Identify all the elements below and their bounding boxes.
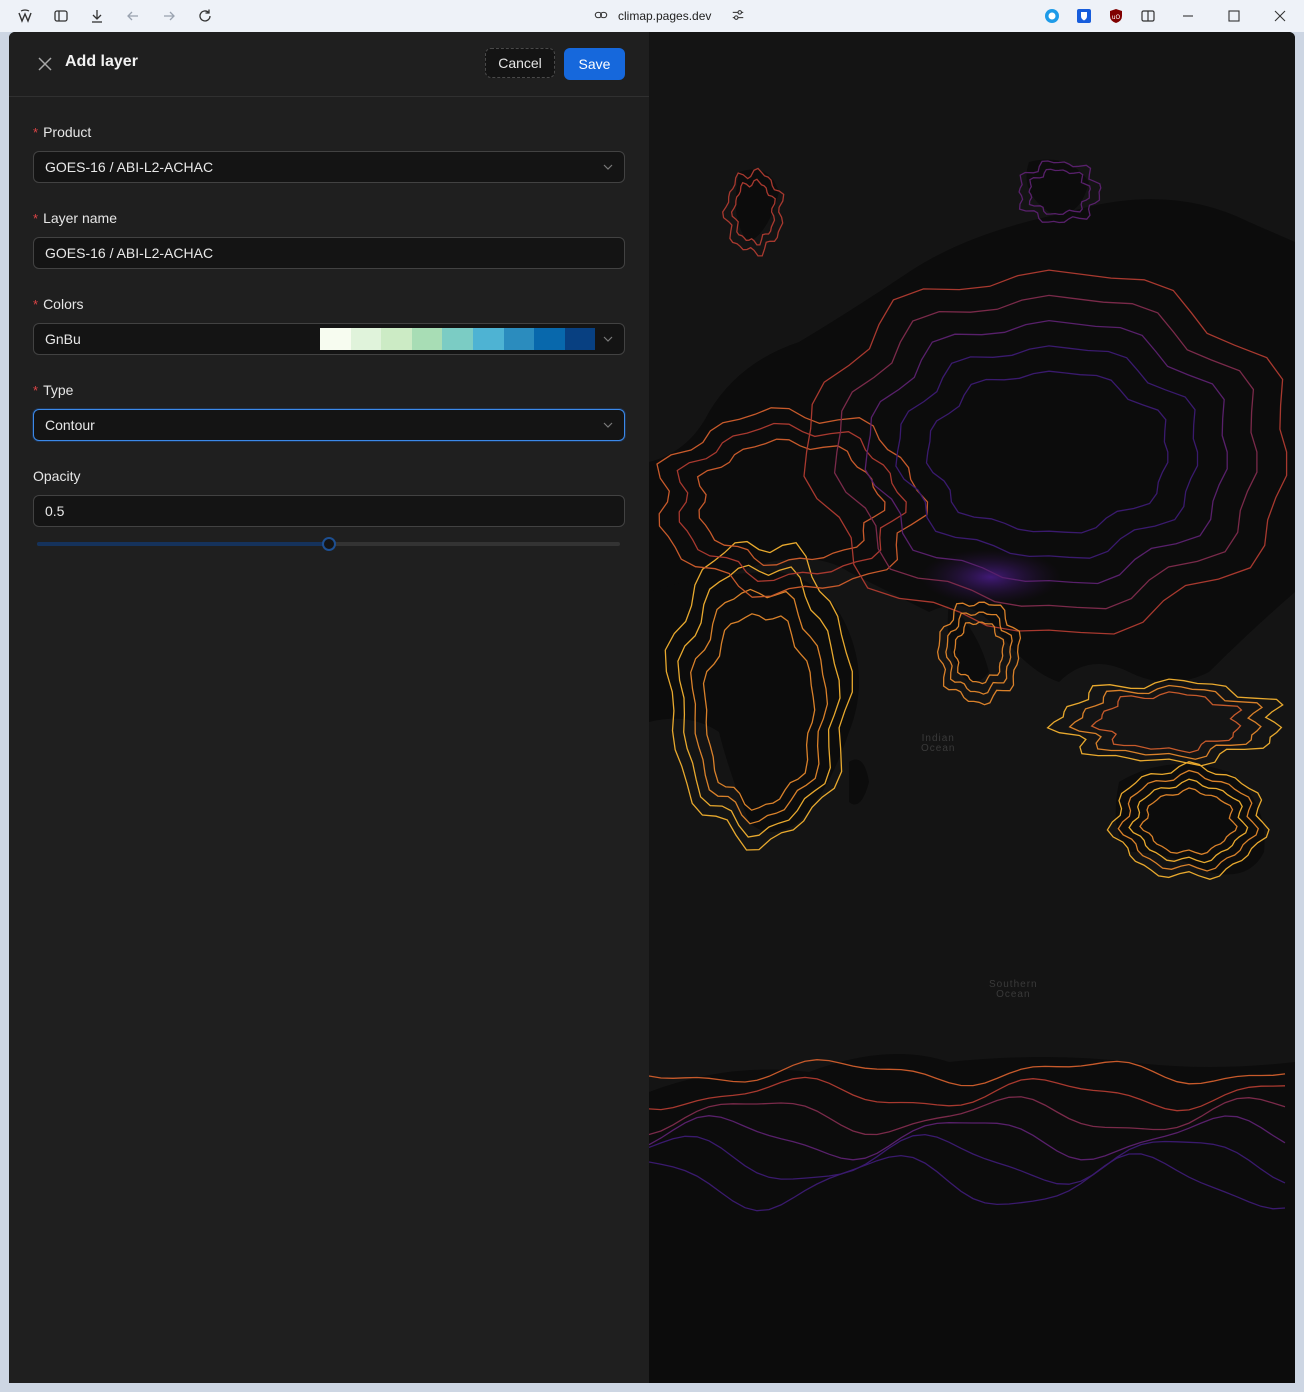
product-label-text: Product: [43, 124, 92, 140]
layer-name-input[interactable]: [34, 238, 615, 268]
layer-name-label: * Layer name: [33, 210, 117, 226]
type-select[interactable]: Contour: [33, 409, 625, 441]
color-swatch: [534, 328, 565, 350]
slider-track: [37, 542, 329, 546]
required-mark: *: [33, 211, 39, 226]
indian-ocean-label: Indian Ocean: [921, 733, 956, 754]
color-swatch: [503, 328, 535, 350]
close-icon[interactable]: [35, 54, 55, 74]
forward-icon[interactable]: [157, 4, 181, 28]
color-swatch: [411, 328, 443, 350]
chevron-down-icon: [603, 164, 613, 170]
southern-ocean-label: Southern Ocean: [989, 979, 1038, 1000]
color-swatch: [320, 328, 351, 350]
bitwarden-shield-icon[interactable]: [1072, 4, 1096, 28]
back-icon[interactable]: [121, 4, 145, 28]
required-mark: *: [33, 297, 39, 312]
app-window: Add layer Cancel Save * Product GOES-16 /…: [9, 32, 1295, 1383]
color-swatch: [564, 328, 596, 350]
address-bar[interactable]: climap.pages.dev: [594, 6, 745, 26]
landmass-shapes: [649, 159, 1295, 1383]
sidebar-toggle-icon[interactable]: [49, 4, 73, 28]
slider-handle[interactable]: [321, 537, 336, 551]
color-swatch: [381, 328, 412, 350]
colors-label-text: Colors: [43, 296, 84, 312]
color-swatch: [442, 328, 473, 350]
chevron-down-icon: [603, 336, 613, 342]
page-title: Add layer: [65, 53, 138, 70]
chevron-down-icon: [603, 422, 613, 428]
extension-ring-icon[interactable]: [1040, 4, 1064, 28]
contour-line: [1090, 691, 1243, 754]
opacity-label: Opacity: [33, 468, 81, 484]
product-select[interactable]: GOES-16 / ABI-L2-ACHAC: [33, 151, 625, 183]
required-mark: *: [33, 125, 39, 140]
reload-icon[interactable]: [193, 4, 217, 28]
app-logo-icon[interactable]: [13, 4, 37, 28]
required-mark: *: [33, 383, 39, 398]
colors-select[interactable]: GnBu: [33, 323, 625, 355]
colors-label: * Colors: [33, 296, 84, 312]
contour-line: [1046, 678, 1284, 767]
contour-layer: [649, 159, 1295, 1383]
close-window-icon[interactable]: [1268, 4, 1292, 28]
url-text[interactable]: climap.pages.dev: [618, 9, 711, 23]
type-label: * Type: [33, 382, 73, 398]
type-select-value: Contour: [45, 417, 95, 433]
add-layer-panel: Add layer Cancel Save * Product GOES-16 /…: [9, 32, 649, 1383]
svg-text:uO: uO: [1112, 14, 1121, 21]
download-icon[interactable]: [85, 4, 109, 28]
map-view[interactable]: Indian Ocean Southern Ocean: [649, 32, 1295, 1383]
browser-toolbar: climap.pages.dev uO: [0, 0, 1304, 32]
maximize-icon[interactable]: [1222, 4, 1246, 28]
site-settings-icon[interactable]: [731, 8, 745, 25]
product-select-value: GOES-16 / ABI-L2-ACHAC: [45, 159, 214, 175]
link-icon: [594, 8, 608, 25]
colors-select-value: GnBu: [45, 331, 81, 347]
color-scale-preview: [320, 328, 596, 350]
panel-header: Add layer Cancel Save: [9, 32, 649, 97]
save-button[interactable]: Save: [564, 48, 625, 80]
layer-name-label-text: Layer name: [43, 210, 117, 226]
minimize-icon[interactable]: [1176, 4, 1200, 28]
cancel-button[interactable]: Cancel: [485, 48, 555, 78]
layer-name-field[interactable]: [33, 237, 625, 269]
opacity-slider[interactable]: [37, 537, 620, 551]
opacity-input[interactable]: [34, 496, 615, 526]
color-swatch: [350, 328, 382, 350]
product-label: * Product: [33, 124, 91, 140]
color-swatch: [472, 328, 504, 350]
ublock-origin-icon[interactable]: uO: [1104, 4, 1128, 28]
type-label-text: Type: [43, 382, 74, 398]
split-view-icon[interactable]: [1136, 4, 1160, 28]
opacity-field[interactable]: [33, 495, 625, 527]
